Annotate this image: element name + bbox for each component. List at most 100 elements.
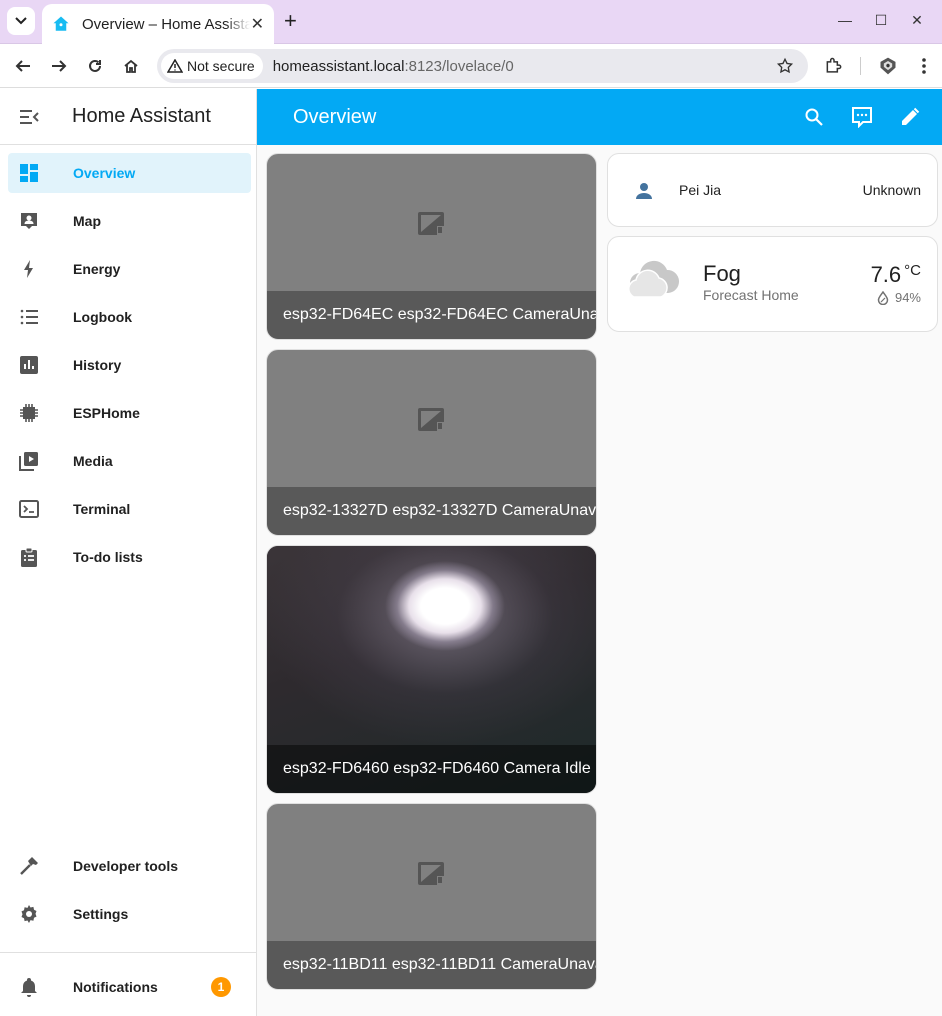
new-tab-button[interactable]: + [284,9,297,33]
browser-toolbar: Not secure homeassistant.local:8123/love… [0,44,942,88]
camera-label: esp32-FD64EC esp32-FD64EC CameraUnavaila… [267,291,596,339]
profile-button[interactable] [876,54,900,78]
security-chip[interactable]: Not secure [161,53,263,79]
sidebar-item-label: Logbook [73,309,133,325]
notification-count-badge: 1 [211,977,231,997]
sidebar-item-media[interactable]: Media [8,441,251,481]
dashboard-view: esp32-FD64EC esp32-FD64EC CameraUnavaila… [257,145,942,1016]
browser-tab[interactable]: Overview – Home Assistant ✕ [42,4,274,44]
video-off-icon [417,407,445,432]
format-list-bulleted-icon [8,307,50,327]
camera-label: esp32-FD6460 esp32-FD6460 Camera Idle [267,745,596,793]
sidebar-item-label: ESPHome [73,405,140,421]
sidebar-item-map[interactable]: Map [8,201,251,241]
browser-menu-button[interactable] [912,54,936,78]
weather-temperature: 7.6 °C [870,262,921,287]
camera-label: esp32-13327D esp32-13327D CameraUnavaila… [267,487,596,535]
chip-icon [8,403,50,423]
maximize-icon[interactable]: ☐ [874,12,888,29]
search-icon [805,108,823,126]
sidebar-item-overview[interactable]: Overview [8,153,251,193]
bookmark-star-icon[interactable] [776,57,794,75]
camera-card[interactable]: esp32-FD64EC esp32-FD64EC CameraUnavaila… [266,153,597,340]
sidebar-item-developer-tools[interactable]: Developer tools [8,846,251,886]
chevron-down-icon [15,17,27,25]
sidebar-item-label: Settings [73,906,129,922]
person-name: Pei Jia [679,182,722,198]
camera-card[interactable]: esp32-11BD11 esp32-11BD11 CameraUnavaila… [266,803,597,990]
console-icon [8,499,50,519]
bell-icon [8,977,50,997]
comment-processing-icon [852,107,872,128]
page-title: Overview [293,106,377,128]
edit-dashboard-button[interactable] [898,105,922,129]
sidebar-title: Home Assistant [72,105,211,127]
address-bar[interactable]: Not secure homeassistant.local:8123/love… [157,49,808,83]
sidebar-item-label: Developer tools [73,858,179,874]
sidebar-item-label: History [73,357,122,373]
view-dashboard-icon [8,163,50,183]
weather-entity-name: Forecast Home [703,287,799,303]
map-account-icon [8,211,50,231]
sidebar: Home Assistant Overview Map Energy Logbo… [0,89,257,1016]
menu-open-icon [20,109,39,124]
sidebar-item-terminal[interactable]: Terminal [8,489,251,529]
weather-humidity: 94% [877,290,921,305]
reload-icon [89,59,101,72]
account-icon [636,183,652,199]
video-off-icon [417,861,445,886]
hammer-icon [8,856,50,876]
app-toolbar: Overview [257,89,942,145]
video-off-icon [417,211,445,236]
more-vertical-icon [922,58,926,74]
close-tab-icon[interactable]: ✕ [251,14,264,34]
sidebar-item-label: Map [73,213,101,229]
sidebar-item-label: Terminal [73,501,131,517]
camera-card[interactable]: esp32-13327D esp32-13327D CameraUnavaila… [266,349,597,536]
clipboard-list-icon [8,547,50,567]
camera-card[interactable]: esp32-FD6460 esp32-FD6460 Camera Idle [266,545,597,794]
profile-avatar-icon [880,57,896,75]
sidebar-item-label: To-do lists [73,549,143,565]
person-state: Unknown [862,182,921,198]
puzzle-icon [826,57,842,73]
reload-button[interactable] [83,54,107,78]
pencil-icon [902,107,920,125]
extensions-button[interactable] [822,54,846,78]
chart-box-icon [8,355,50,375]
arrow-left-icon [15,60,30,72]
sidebar-item-energy[interactable]: Energy [8,249,251,289]
camera-label: esp32-11BD11 esp32-11BD11 CameraUnavaila… [267,941,596,989]
security-label: Not secure [187,58,255,74]
sidebar-item-label: Overview [73,165,136,181]
weather-forecast-card[interactable]: Fog Forecast Home 7.6 °C 94% [607,236,938,332]
search-button[interactable] [802,105,826,129]
sidebar-item-label: Notifications [73,979,158,995]
weather-condition: Fog [703,261,741,286]
sidebar-item-logbook[interactable]: Logbook [8,297,251,337]
play-box-multiple-icon [8,451,50,471]
sidebar-item-esphome[interactable]: ESPHome [8,393,251,433]
tab-title: Overview – Home Assistant [82,15,250,33]
close-window-icon[interactable]: ✕ [910,12,924,29]
sidebar-item-history[interactable]: History [8,345,251,385]
sidebar-item-settings[interactable]: Settings [8,894,251,934]
warning-icon [167,59,183,73]
sidebar-item-label: Media [73,453,113,469]
home-assistant-favicon-icon [53,16,69,31]
sidebar-item-notifications[interactable]: Notifications 1 [8,967,251,1007]
sidebar-toggle-button[interactable] [0,109,58,124]
url-text: homeassistant.local:8123/lovelace/0 [272,57,514,75]
arrow-right-icon [52,60,67,72]
weather-fog-cloud-icon [628,260,680,298]
assist-button[interactable] [850,105,874,129]
home-button[interactable] [119,54,143,78]
browser-tab-strip: Overview – Home Assistant ✕ + — ☐ ✕ [0,0,942,44]
person-entity-card[interactable]: Pei Jia Unknown [607,153,938,227]
forward-button[interactable] [47,54,71,78]
back-button[interactable] [11,54,35,78]
tab-search-button[interactable] [7,7,35,35]
minimize-icon[interactable]: — [838,12,852,29]
sidebar-item-todo[interactable]: To-do lists [8,537,251,577]
sidebar-item-label: Energy [73,261,121,277]
